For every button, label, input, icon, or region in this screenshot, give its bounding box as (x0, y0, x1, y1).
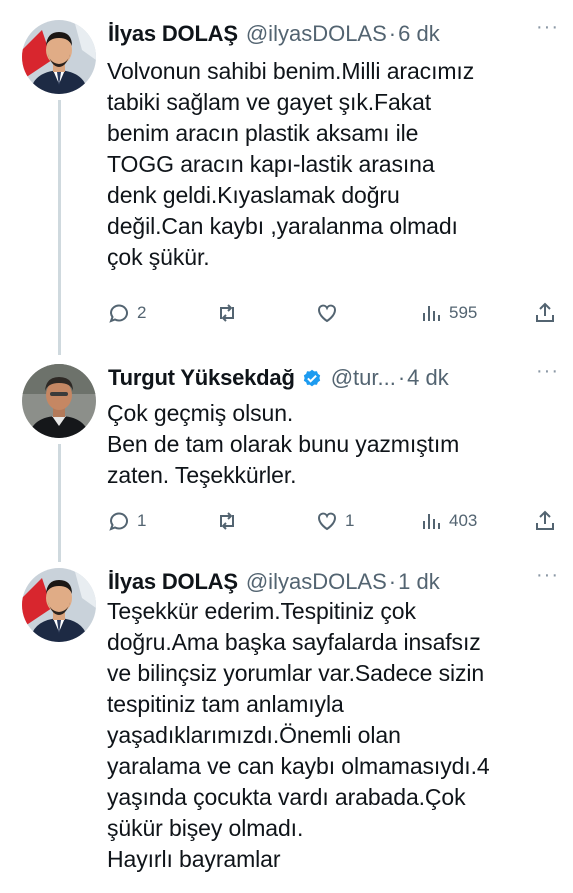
reply-icon (109, 304, 128, 323)
share-icon (536, 510, 554, 530)
verified-badge-icon (303, 369, 320, 387)
tweet-header: İlyas DOLAŞ @ilyasDOLAS · 1 dk (108, 566, 440, 598)
tweet[interactable]: İlyas DOLAŞ @ilyasDOLAS · 6 dk ··· Volvo… (0, 16, 573, 338)
share-button[interactable] (533, 298, 557, 328)
avatar-image (22, 20, 96, 94)
tweet[interactable]: İlyas DOLAŞ @ilyasDOLAS · 1 dk ··· Teşek… (0, 564, 573, 893)
views-button[interactable]: 595 (419, 298, 477, 328)
avatar[interactable] (22, 20, 96, 94)
time-separator: · (388, 569, 397, 594)
author-name[interactable]: İlyas DOLAŞ (108, 21, 238, 47)
tweet-text: Teşekkür ederim.Tespitiniz çok doğru.Ama… (107, 598, 490, 872)
avatar[interactable] (22, 568, 96, 642)
views-icon (423, 514, 440, 529)
author-name[interactable]: İlyas DOLAŞ (108, 569, 238, 595)
timestamp[interactable]: 6 dk (398, 21, 440, 47)
reply-button[interactable]: 2 (107, 298, 146, 328)
share-button[interactable] (533, 506, 557, 536)
reply-button[interactable]: 1 (107, 506, 146, 536)
retweet-icon (220, 304, 234, 322)
tweet-header: Turgut Yüksekdağ @tur... · 4 dk (108, 362, 449, 394)
like-count: 1 (345, 511, 355, 530)
tweet-text: Çok geçmiş olsun. Ben de tam olarak bunu… (107, 400, 460, 488)
tweet-text: Volvonun sahibi benim.Milli aracımız tab… (107, 58, 475, 270)
reply-count: 2 (137, 303, 147, 322)
avatar-image (22, 364, 96, 438)
view-count: 403 (449, 511, 478, 530)
share-icon (536, 302, 554, 322)
author-name[interactable]: Turgut Yüksekdağ (108, 365, 295, 391)
tweet[interactable]: Turgut Yüksekdağ @tur... · 4 dk ··· Çok … (0, 360, 573, 552)
tweet-actions: 1 1 403 (107, 506, 557, 536)
more-options-icon[interactable]: ··· (536, 360, 559, 383)
timestamp[interactable]: 1 dk (398, 569, 440, 595)
time-separator: · (388, 21, 397, 46)
reply-icon (109, 512, 128, 531)
timestamp[interactable]: 4 dk (407, 365, 449, 391)
retweet-button[interactable] (215, 506, 245, 536)
like-button[interactable] (315, 298, 345, 328)
avatar[interactable] (22, 364, 96, 438)
view-count: 595 (449, 303, 478, 322)
reply-count: 1 (137, 511, 147, 530)
avatar-image (22, 568, 96, 642)
tweet-header: İlyas DOLAŞ @ilyasDOLAS · 6 dk (108, 18, 440, 50)
author-handle[interactable]: @tur... (331, 365, 396, 391)
time-separator: · (397, 365, 406, 390)
heart-icon (318, 304, 336, 323)
retweet-button[interactable] (215, 298, 245, 328)
author-handle[interactable]: @ilyasDOLAS (246, 569, 387, 595)
views-button[interactable]: 403 (419, 506, 477, 536)
more-options-icon[interactable]: ··· (536, 564, 559, 587)
author-handle[interactable]: @ilyasDOLAS (246, 21, 387, 47)
retweet-icon (220, 512, 234, 530)
views-icon (423, 306, 440, 321)
heart-icon (318, 512, 336, 531)
more-options-icon[interactable]: ··· (536, 16, 559, 39)
tweet-actions: 2 595 (107, 298, 557, 328)
like-button[interactable]: 1 (315, 506, 354, 536)
